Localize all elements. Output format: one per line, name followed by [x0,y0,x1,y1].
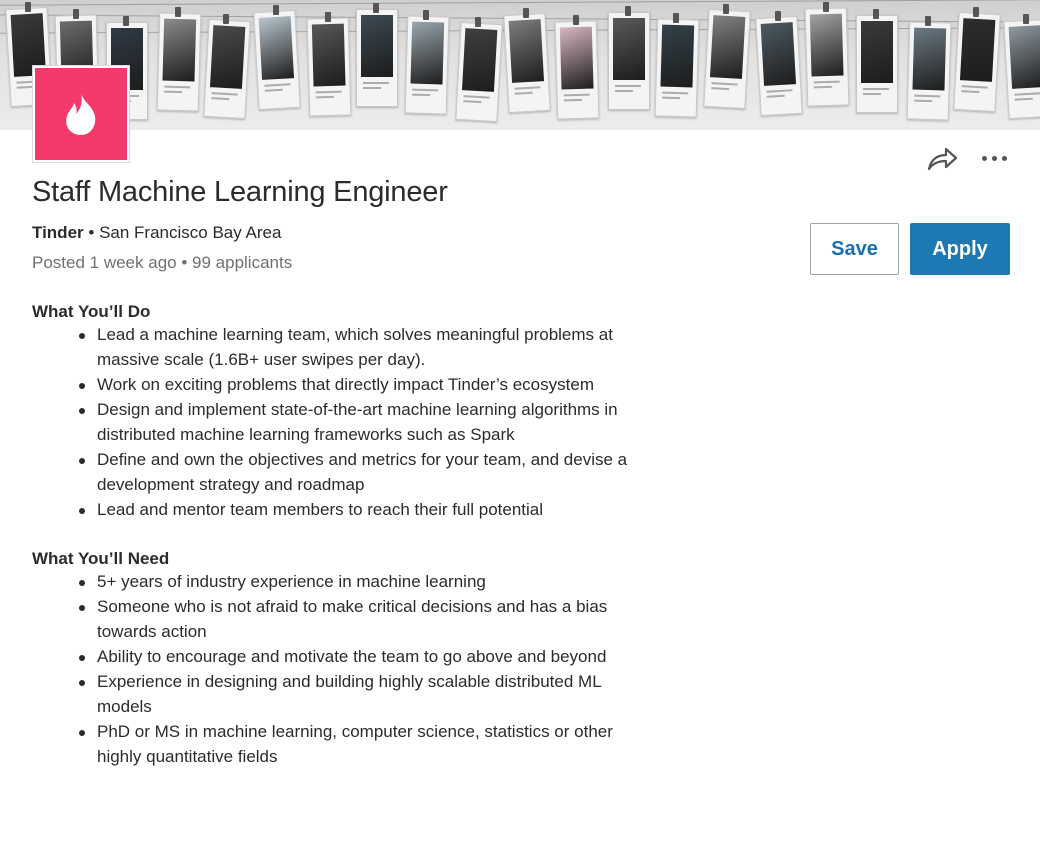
list-item: 5+ years of industry experience in machi… [79,569,657,594]
company-banner-image [0,0,1040,130]
banner-photo-card [856,15,898,113]
banner-photo-card [654,18,700,118]
banner-photo-card [356,9,398,107]
banner-photo-card [554,20,600,120]
banner-photo-card [755,15,803,117]
save-button[interactable]: Save [810,223,899,275]
banner-photo-card [404,15,450,115]
separator-dot: • [88,223,95,242]
job-description: What You’ll Do Lead a machine learning t… [32,302,692,769]
applicant-count: 99 applicants [192,253,293,272]
banner-photo-card [804,7,850,107]
company-name[interactable]: Tinder [32,223,84,242]
banner-photo-card [253,9,301,111]
share-arrow-icon [927,147,958,171]
posting-meta: Posted 1 week ago • 99 applicants [32,253,292,273]
list-item: Define and own the objectives and metric… [79,447,657,497]
banner-photo-card [306,17,352,117]
banner-photo-card [953,11,1001,113]
tinder-flame-icon [66,93,96,135]
banner-photo-card [1003,18,1040,120]
banner-photo-card [503,12,551,114]
banner-photo-card [906,21,952,121]
section-heading-what-youll-do: What You’ll Do [32,302,151,321]
responsibilities-list: Lead a machine learning team, which solv… [32,322,692,522]
banner-photo-card [156,12,202,112]
company-location-line: Tinder • San Francisco Bay Area [32,223,281,243]
posted-time: Posted 1 week ago [32,253,177,272]
list-item: Design and implement state-of-the-art ma… [79,397,657,447]
requirements-list: 5+ years of industry experience in machi… [32,569,692,769]
banner-photo-card [203,18,251,120]
separator-dot: • [181,253,188,272]
list-item: Lead a machine learning team, which solv… [79,322,657,372]
list-item: PhD or MS in machine learning, computer … [79,719,657,769]
job-title: Staff Machine Learning Engineer [32,176,448,208]
list-item: Lead and mentor team members to reach th… [79,497,657,522]
list-item: Someone who is not afraid to make critic… [79,594,657,644]
banner-photo-card [608,12,650,110]
section-heading-what-youll-need: What You’ll Need [32,549,170,568]
company-logo[interactable] [33,66,129,162]
share-button[interactable] [925,143,959,175]
job-location: San Francisco Bay Area [99,223,282,242]
apply-button[interactable]: Apply [910,223,1010,275]
list-item: Ability to encourage and motivate the te… [79,644,657,669]
list-item: Work on exciting problems that directly … [79,372,657,397]
banner-photo-card [455,21,503,123]
banner-photo-card [703,8,751,110]
list-item: Experience in designing and building hig… [79,669,657,719]
more-options-button[interactable] [978,147,1010,171]
